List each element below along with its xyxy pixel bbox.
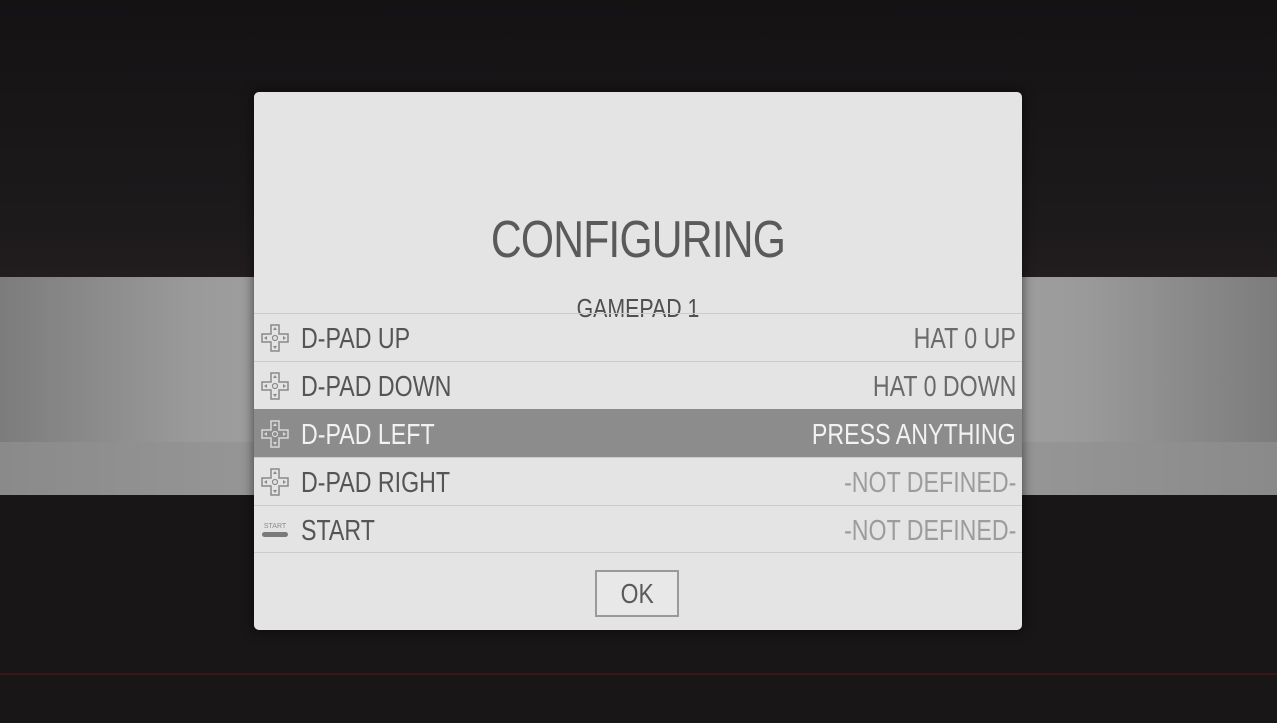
input-value: PRESS ANYTHING (812, 419, 1016, 451)
ok-button[interactable]: OK (595, 570, 679, 617)
dpad-icon (261, 324, 289, 352)
input-value: HAT 0 DOWN (872, 371, 1016, 403)
dialog-title: CONFIGURING (490, 211, 786, 269)
input-value: HAT 0 UP (913, 323, 1016, 355)
input-row-dpad-left[interactable]: D-PAD LEFT PRESS ANYTHING (254, 409, 1022, 457)
input-row-dpad-down[interactable]: D-PAD DOWN HAT 0 DOWN (254, 361, 1022, 409)
input-label: D-PAD RIGHT (301, 467, 451, 499)
input-value: -NOT DEFINED- (843, 467, 1016, 499)
input-label: D-PAD UP (301, 323, 411, 355)
input-row-start[interactable]: START START -NOT DEFINED- (254, 505, 1022, 553)
background-accent-line (0, 673, 1277, 675)
input-row-dpad-right[interactable]: D-PAD RIGHT -NOT DEFINED- (254, 457, 1022, 505)
svg-text:START: START (264, 523, 287, 530)
input-label: START (301, 515, 375, 547)
input-label: D-PAD DOWN (301, 371, 452, 403)
input-label: D-PAD LEFT (301, 419, 435, 451)
start-button-icon: START (262, 523, 288, 537)
input-row-dpad-up[interactable]: D-PAD UP HAT 0 UP (254, 313, 1022, 361)
dpad-icon (261, 468, 289, 496)
input-value: -NOT DEFINED- (843, 515, 1016, 547)
dpad-icon (261, 372, 289, 400)
configure-input-dialog: CONFIGURING GAMEPAD 1 D-PAD UP HAT 0 UP … (254, 92, 1022, 630)
input-mapping-list: D-PAD UP HAT 0 UP D-PAD DOWN HAT 0 DOWN … (254, 313, 1022, 553)
ok-button-label: OK (620, 578, 654, 609)
dpad-icon (261, 420, 289, 448)
